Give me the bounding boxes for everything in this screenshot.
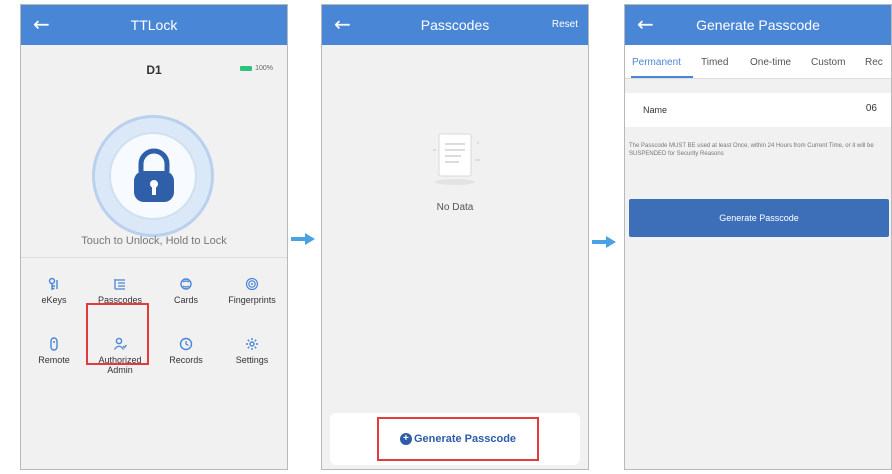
lock-inner-circle [109,132,197,220]
unlock-hint: Touch to Unlock, Hold to Lock [81,235,227,247]
reset-button[interactable]: Reset [552,18,578,32]
battery-level: 100% [255,65,273,72]
grid-item-label: Records [169,355,203,365]
plus-circle-icon: + [399,433,412,445]
bottom-action-bar: + Generate Passcode [330,413,580,465]
generate-passcode-screen: ← Generate Passcode Permanent Timed One-… [624,4,892,470]
generate-passcode-submit-button[interactable]: Generate Passcode [629,199,889,237]
battery-indicator: 100% [240,65,273,72]
grid-item-passcodes[interactable]: Passcodes [87,277,153,305]
screen-title: Passcodes [420,17,490,33]
screen-title: Generate Passcode [696,17,820,33]
tab-timed[interactable]: Timed [701,57,728,68]
top-bar: ← TTLock [21,5,287,45]
ttlock-home-screen: ← TTLock D1 100% Touch to Unlock, Hold t… [20,4,288,470]
passcodes-screen: ← Passcodes Reset No Data + Generate Pas… [321,4,589,470]
tab-custom[interactable]: Custom [811,57,845,68]
flow-arrow-icon [592,236,616,248]
tab-recurring[interactable]: Rec [865,57,883,68]
empty-state-label: No Data [436,202,474,213]
grid-item-label: eKeys [41,295,67,305]
grid-item-label: Settings [235,355,269,365]
grid-item-cards[interactable]: Cards [153,277,219,305]
passcode-icon [114,279,125,290]
screen-title: TTLock [130,17,178,33]
passcode-list: No Data + Generate Passcode [322,45,588,469]
name-label: Name [643,105,668,115]
active-tab-indicator [631,76,693,78]
generate-passcode-button[interactable]: + Generate Passcode [377,417,539,461]
tab-permanent[interactable]: Permanent [632,57,681,68]
remote-icon [50,337,58,351]
tab-one-time[interactable]: One-time [750,57,791,68]
name-field-row: Name 06 [625,93,891,127]
generate-passcode-label: Generate Passcode [413,433,517,445]
flow-arrow-icon [291,233,315,245]
padlock-icon [134,148,174,202]
grid-item-label: Fingerprints [228,295,276,305]
ekey-icon [48,277,58,290]
top-bar: ← Generate Passcode [625,5,891,45]
empty-document-icon [433,133,480,185]
fingerprint-icon [245,277,259,291]
grid-item-remote[interactable]: Remote [21,337,87,365]
passcode-type-tabs: Permanent Timed One-time Custom Rec [625,45,891,79]
battery-icon [240,66,253,71]
card-icon [180,278,192,290]
security-note: The Passcode MUST BE used at least Once,… [629,143,874,157]
unlock-button[interactable] [92,115,214,237]
lock-panel: D1 100% Touch to Unlock, Hold to Lock eK… [21,45,287,469]
settings-icon [246,338,258,350]
name-input[interactable]: 06 [866,103,877,114]
grid-item-records[interactable]: Records [153,337,219,365]
grid-item-fingerprints[interactable]: Fingerprints [219,277,285,305]
records-icon [179,337,193,351]
grid-item-ekeys[interactable]: eKeys [21,277,87,305]
grid-item-label: Remote [38,355,70,365]
grid-item-label: Cards [173,295,198,305]
passcodes-highlight-box [86,303,149,365]
top-bar: ← Passcodes Reset [322,5,588,45]
divider [21,257,287,258]
grid-item-settings[interactable]: Settings [219,337,285,365]
